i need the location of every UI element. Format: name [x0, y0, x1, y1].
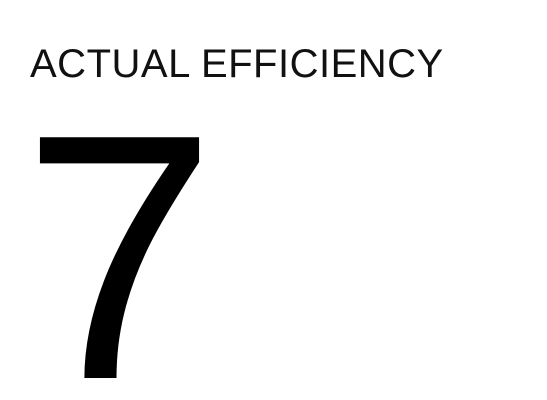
efficiency-card: ACTUAL EFFICIENCY 7 — [0, 0, 547, 400]
metric-value: 7 — [22, 62, 217, 400]
